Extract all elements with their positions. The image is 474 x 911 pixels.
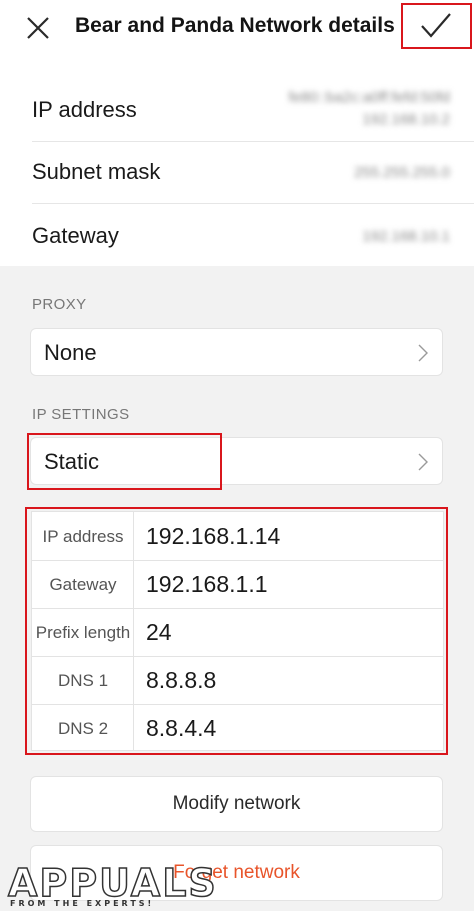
field-label: DNS 1 — [57, 671, 109, 690]
app-header: Bear and Panda Network details — [0, 0, 474, 57]
save-button[interactable] — [403, 4, 469, 48]
network-info-list: IP address fe80::ba2c:a0ff:fefd:50fd 192… — [0, 56, 474, 266]
ip-settings-section-label: IP SETTINGS — [32, 406, 130, 423]
info-row-gateway: Gateway 192.168.10.1 — [0, 204, 474, 267]
close-button[interactable] — [22, 12, 54, 44]
info-label: IP address — [32, 97, 137, 122]
ip-settings-value: Static — [44, 449, 100, 474]
proxy-section-label: PROXY — [32, 296, 87, 313]
field-label: Prefix length — [35, 623, 131, 642]
info-value-gateway: 192.168.10.1 — [362, 228, 450, 245]
field-label: DNS 2 — [57, 719, 109, 738]
form-row-gateway: Gateway 192.168.1.1 — [32, 560, 443, 609]
info-label: Gateway — [32, 223, 119, 248]
form-row-prefix-length: Prefix length 24 — [32, 608, 443, 657]
info-row-ip-address: IP address fe80::ba2c:a0ff:fefd:50fd 192… — [0, 78, 474, 141]
form-row-dns1: DNS 1 8.8.8.8 — [32, 656, 443, 705]
dns2-input[interactable]: 8.8.4.4 — [146, 704, 436, 753]
chevron-right-icon — [418, 344, 428, 362]
dns1-input[interactable]: 8.8.8.8 — [146, 656, 436, 705]
proxy-value: None — [44, 340, 97, 365]
field-label: Gateway — [49, 575, 117, 594]
watermark-subtext: FROM THE EXPERTS! — [10, 899, 155, 908]
close-icon — [27, 17, 49, 39]
info-value-ip-line2: 192.168.10.2 — [362, 111, 450, 128]
proxy-select[interactable]: None — [30, 328, 443, 376]
checkmark-icon — [421, 13, 451, 38]
field-label: IP address — [42, 527, 124, 546]
info-value-subnet: 255.255.255.0 — [354, 164, 450, 181]
chevron-right-icon — [418, 453, 428, 471]
appuals-watermark: APPUALS FROM THE EXPERTS! — [0, 858, 216, 911]
form-row-ip-address: IP address 192.168.1.14 — [32, 512, 443, 561]
ip-settings-select[interactable]: Static — [30, 437, 443, 485]
modify-network-button[interactable]: Modify network — [30, 776, 443, 832]
info-row-subnet-mask: Subnet mask 255.255.255.0 — [0, 142, 474, 205]
gateway-input[interactable]: 192.168.1.1 — [146, 560, 436, 609]
ip-address-input[interactable]: 192.168.1.14 — [146, 512, 436, 561]
form-row-dns2: DNS 2 8.8.4.4 — [32, 704, 443, 753]
info-value-ip-line1: fe80::ba2c:a0ff:fefd:50fd — [288, 89, 450, 106]
prefix-length-input[interactable]: 24 — [146, 608, 436, 657]
info-label: Subnet mask — [32, 159, 161, 184]
page-title: Bear and Panda Network details — [75, 14, 395, 37]
static-ip-form: IP address 192.168.1.14 Gateway 192.168.… — [31, 511, 444, 751]
